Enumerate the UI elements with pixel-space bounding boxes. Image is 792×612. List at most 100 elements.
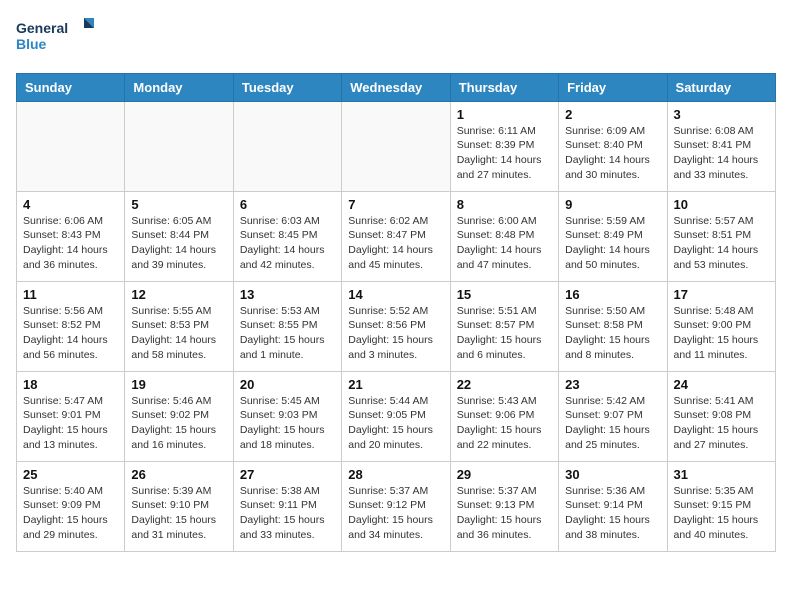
day-info: Sunrise: 5:46 AM Sunset: 9:02 PM Dayligh… [131, 394, 226, 453]
day-info: Sunrise: 5:52 AM Sunset: 8:56 PM Dayligh… [348, 304, 443, 363]
day-number: 24 [674, 377, 769, 392]
day-number: 25 [23, 467, 118, 482]
week-row-2: 4 Sunrise: 6:06 AM Sunset: 8:43 PM Daylig… [17, 191, 776, 281]
calendar-cell: 15Sunrise: 5:51 AM Sunset: 8:57 PM Dayli… [450, 281, 558, 371]
calendar-cell: 16 Sunrise: 5:50 AM Sunset: 8:58 PM Dayli… [559, 281, 667, 371]
day-number: 23 [565, 377, 660, 392]
day-number: 9 [565, 197, 660, 212]
calendar-cell: 17 Sunrise: 5:48 AM Sunset: 9:00 PM Dayli… [667, 281, 775, 371]
calendar-cell: 12 Sunrise: 5:55 AM Sunset: 8:53 PM Dayli… [125, 281, 233, 371]
calendar-cell: 14 Sunrise: 5:52 AM Sunset: 8:56 PM Dayli… [342, 281, 450, 371]
calendar-cell: 27Sunrise: 5:38 AM Sunset: 9:11 PM Dayli… [233, 461, 341, 551]
calendar-cell: 20 Sunrise: 5:45 AM Sunset: 9:03 PM Dayli… [233, 371, 341, 461]
calendar-cell: 4 Sunrise: 6:06 AM Sunset: 8:43 PM Daylig… [17, 191, 125, 281]
day-info: Sunrise: 6:08 AM Sunset: 8:41 PM Dayligh… [674, 124, 769, 183]
weekday-header-tuesday: Tuesday [233, 73, 341, 101]
day-info: Sunrise: 5:37 AM Sunset: 9:13 PM Dayligh… [457, 484, 552, 543]
calendar-cell: 23Sunrise: 5:42 AM Sunset: 9:07 PM Dayli… [559, 371, 667, 461]
calendar-cell: 30 Sunrise: 5:36 AM Sunset: 9:14 PM Dayli… [559, 461, 667, 551]
day-number: 11 [23, 287, 118, 302]
svg-text:General: General [16, 20, 68, 36]
calendar-cell: 5 Sunrise: 6:05 AM Sunset: 8:44 PM Daylig… [125, 191, 233, 281]
day-info: Sunrise: 5:48 AM Sunset: 9:00 PM Dayligh… [674, 304, 769, 363]
day-number: 3 [674, 107, 769, 122]
day-number: 15 [457, 287, 552, 302]
day-number: 14 [348, 287, 443, 302]
calendar-cell: 28 Sunrise: 5:37 AM Sunset: 9:12 PM Dayli… [342, 461, 450, 551]
weekday-header-sunday: Sunday [17, 73, 125, 101]
week-row-4: 18 Sunrise: 5:47 AM Sunset: 9:01 PM Dayli… [17, 371, 776, 461]
day-info: Sunrise: 5:45 AM Sunset: 9:03 PM Dayligh… [240, 394, 335, 453]
calendar-cell: 22Sunrise: 5:43 AM Sunset: 9:06 PM Dayli… [450, 371, 558, 461]
day-number: 5 [131, 197, 226, 212]
day-info: Sunrise: 6:03 AM Sunset: 8:45 PM Dayligh… [240, 214, 335, 273]
day-number: 12 [131, 287, 226, 302]
logo-svg: General Blue [16, 16, 96, 56]
calendar-cell: 13 Sunrise: 5:53 AM Sunset: 8:55 PM Dayli… [233, 281, 341, 371]
calendar-cell [17, 101, 125, 191]
weekday-header-friday: Friday [559, 73, 667, 101]
day-number: 4 [23, 197, 118, 212]
day-number: 30 [565, 467, 660, 482]
day-number: 21 [348, 377, 443, 392]
day-info: Sunrise: 5:57 AM Sunset: 8:51 PM Dayligh… [674, 214, 769, 273]
day-info: Sunrise: 6:00 AM Sunset: 8:48 PM Dayligh… [457, 214, 552, 273]
calendar-cell [233, 101, 341, 191]
calendar-cell: 24 Sunrise: 5:41 AM Sunset: 9:08 PM Dayli… [667, 371, 775, 461]
calendar-cell: 29 Sunrise: 5:37 AM Sunset: 9:13 PM Dayli… [450, 461, 558, 551]
day-info: Sunrise: 6:02 AM Sunset: 8:47 PM Dayligh… [348, 214, 443, 273]
day-number: 31 [674, 467, 769, 482]
calendar-cell: 19Sunrise: 5:46 AM Sunset: 9:02 PM Dayli… [125, 371, 233, 461]
day-number: 20 [240, 377, 335, 392]
day-number: 28 [348, 467, 443, 482]
day-info: Sunrise: 5:36 AM Sunset: 9:14 PM Dayligh… [565, 484, 660, 543]
logo: General Blue [16, 16, 96, 61]
day-info: Sunrise: 5:47 AM Sunset: 9:01 PM Dayligh… [23, 394, 118, 453]
day-info: Sunrise: 5:53 AM Sunset: 8:55 PM Dayligh… [240, 304, 335, 363]
day-number: 16 [565, 287, 660, 302]
calendar-cell: 11 Sunrise: 5:56 AM Sunset: 8:52 PM Dayli… [17, 281, 125, 371]
day-info: Sunrise: 5:55 AM Sunset: 8:53 PM Dayligh… [131, 304, 226, 363]
week-row-1: 1 Sunrise: 6:11 AM Sunset: 8:39 PM Daylig… [17, 101, 776, 191]
day-number: 29 [457, 467, 552, 482]
day-number: 17 [674, 287, 769, 302]
page-header: General Blue [16, 16, 776, 61]
day-number: 6 [240, 197, 335, 212]
day-number: 22 [457, 377, 552, 392]
day-number: 2 [565, 107, 660, 122]
calendar-cell: 7 Sunrise: 6:02 AM Sunset: 8:47 PM Daylig… [342, 191, 450, 281]
day-info: Sunrise: 5:44 AM Sunset: 9:05 PM Dayligh… [348, 394, 443, 453]
day-info: Sunrise: 5:59 AM Sunset: 8:49 PM Dayligh… [565, 214, 660, 273]
day-number: 7 [348, 197, 443, 212]
calendar-cell: 31 Sunrise: 5:35 AM Sunset: 9:15 PM Dayli… [667, 461, 775, 551]
day-number: 27 [240, 467, 335, 482]
day-info: Sunrise: 5:37 AM Sunset: 9:12 PM Dayligh… [348, 484, 443, 543]
day-info: Sunrise: 5:50 AM Sunset: 8:58 PM Dayligh… [565, 304, 660, 363]
weekday-header-thursday: Thursday [450, 73, 558, 101]
calendar-cell: 18 Sunrise: 5:47 AM Sunset: 9:01 PM Dayli… [17, 371, 125, 461]
day-info: Sunrise: 5:39 AM Sunset: 9:10 PM Dayligh… [131, 484, 226, 543]
day-info: Sunrise: 5:41 AM Sunset: 9:08 PM Dayligh… [674, 394, 769, 453]
day-number: 8 [457, 197, 552, 212]
calendar-cell [342, 101, 450, 191]
week-row-3: 11 Sunrise: 5:56 AM Sunset: 8:52 PM Dayli… [17, 281, 776, 371]
day-info: Sunrise: 5:35 AM Sunset: 9:15 PM Dayligh… [674, 484, 769, 543]
calendar-cell: 9 Sunrise: 5:59 AM Sunset: 8:49 PM Daylig… [559, 191, 667, 281]
day-number: 10 [674, 197, 769, 212]
svg-text:Blue: Blue [16, 36, 47, 52]
day-info: Sunrise: 5:56 AM Sunset: 8:52 PM Dayligh… [23, 304, 118, 363]
day-info: Sunrise: 6:06 AM Sunset: 8:43 PM Dayligh… [23, 214, 118, 273]
day-number: 13 [240, 287, 335, 302]
day-number: 18 [23, 377, 118, 392]
calendar-cell: 25 Sunrise: 5:40 AM Sunset: 9:09 PM Dayli… [17, 461, 125, 551]
day-info: Sunrise: 6:11 AM Sunset: 8:39 PM Dayligh… [457, 124, 552, 183]
day-info: Sunrise: 5:40 AM Sunset: 9:09 PM Dayligh… [23, 484, 118, 543]
day-number: 1 [457, 107, 552, 122]
day-info: Sunrise: 6:05 AM Sunset: 8:44 PM Dayligh… [131, 214, 226, 273]
weekday-header-row: SundayMondayTuesdayWednesdayThursdayFrid… [17, 73, 776, 101]
calendar-cell [125, 101, 233, 191]
weekday-header-monday: Monday [125, 73, 233, 101]
calendar-cell: 26Sunrise: 5:39 AM Sunset: 9:10 PM Dayli… [125, 461, 233, 551]
calendar-cell: 2Sunrise: 6:09 AM Sunset: 8:40 PM Daylig… [559, 101, 667, 191]
weekday-header-saturday: Saturday [667, 73, 775, 101]
